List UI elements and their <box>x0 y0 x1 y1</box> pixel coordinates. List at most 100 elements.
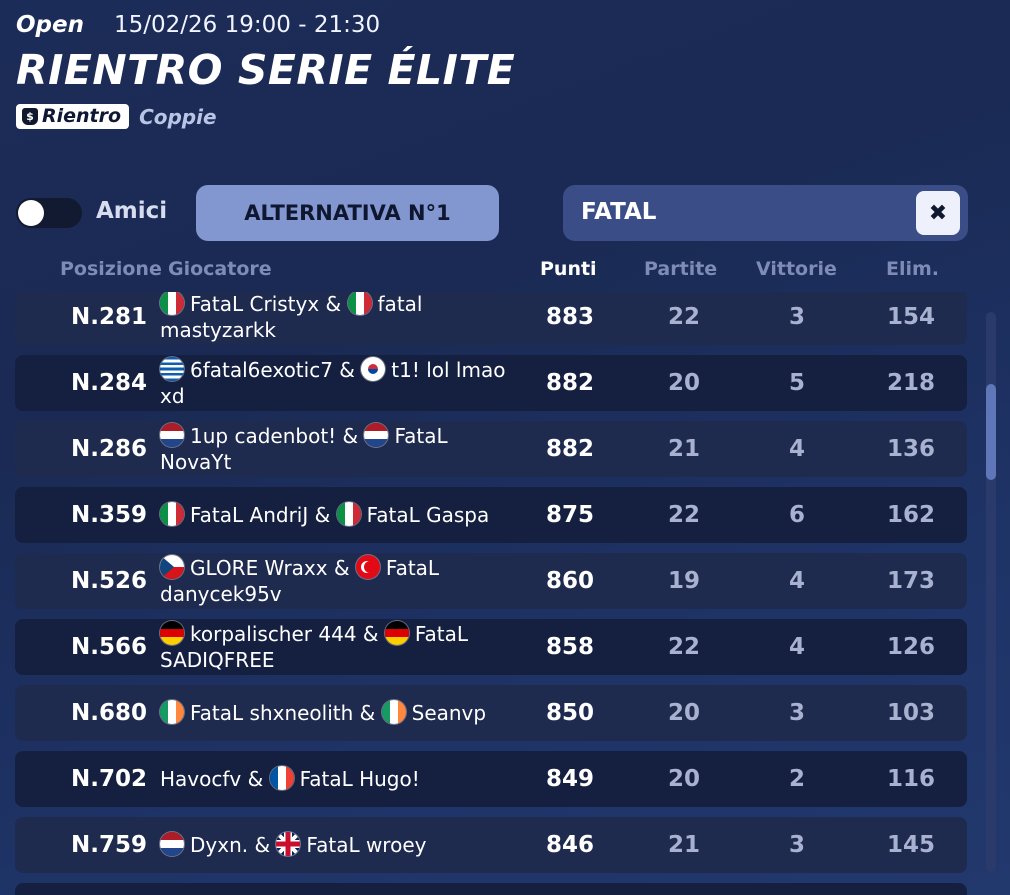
row-matches: 20 <box>667 370 700 396</box>
row-points: 858 <box>545 634 594 660</box>
row-wins: 4 <box>788 634 805 660</box>
row-players: GLORE Wraxx & FataL danycek95v <box>160 553 520 609</box>
player-separator: & <box>327 556 356 580</box>
row-position: N.566 <box>71 634 147 660</box>
row-points: 850 <box>545 700 594 726</box>
row-players: Dyxn. & FataL wroey <box>160 817 520 873</box>
player-names: Havocfv & FataL Hugo! <box>160 766 420 792</box>
column-headers: Posizione Giocatore Punti Partite Vittor… <box>0 258 1010 284</box>
player-1-name: FataL Cristyx <box>190 292 320 316</box>
player-1-name: 6fatal6exotic7 <box>190 358 333 382</box>
table-row[interactable] <box>15 883 967 895</box>
flag-it-icon <box>347 292 372 315</box>
row-elims: 162 <box>886 502 935 528</box>
row-matches: 19 <box>667 568 700 594</box>
flag-ie-icon <box>160 700 184 724</box>
money-bag-icon: $ <box>22 107 38 125</box>
row-matches: 22 <box>667 502 700 528</box>
table-row[interactable]: N.526 GLORE Wraxx & FataL danycek95v 860 19… <box>15 553 967 609</box>
flag-cz-icon <box>160 555 184 579</box>
player-names: GLORE Wraxx & FataL danycek95v <box>160 555 520 607</box>
row-elims: 154 <box>886 304 935 330</box>
clear-search-button[interactable]: ✖ <box>916 191 960 235</box>
rientro-badge-label: Rientro <box>42 105 122 127</box>
row-position: N.526 <box>71 568 147 594</box>
row-elims: 126 <box>886 634 935 660</box>
row-players: FataL Cristyx & fatal mastyzarkk <box>160 292 520 345</box>
header-player: Giocatore <box>168 258 272 280</box>
table-row[interactable]: N.359 FataL AndriJ & FataL Gaspa 875 22 6 162 <box>15 487 967 543</box>
row-matches: 21 <box>667 832 700 858</box>
event-meta: Open 15/02/26 19:00 - 21:30 <box>16 12 515 38</box>
row-position: N.759 <box>71 832 147 858</box>
player-separator: & <box>356 622 385 646</box>
flag-it-icon <box>160 292 184 315</box>
player-names: korpalischer 444 & FataL SADIQFREE <box>160 621 520 673</box>
row-wins: 2 <box>788 766 805 792</box>
player-1-name: FataL shxneolith <box>190 701 354 725</box>
row-points: 875 <box>545 502 594 528</box>
table-row[interactable]: N.566 korpalischer 444 & FataL SADIQFREE 8… <box>15 619 967 675</box>
player-1-name: FataL AndriJ <box>190 503 309 527</box>
row-position: N.284 <box>71 370 147 396</box>
header-points[interactable]: Punti <box>540 258 597 280</box>
flag-kr-icon <box>361 357 386 381</box>
flag-nl-icon <box>160 832 184 856</box>
table-row[interactable]: N.759 Dyxn. & FataL wroey 846 21 3 145 <box>15 817 967 873</box>
row-points: 860 <box>545 568 594 594</box>
scrollbar-thumb[interactable] <box>986 384 996 480</box>
row-elims: 136 <box>886 436 935 462</box>
search-value: FATAL <box>581 199 657 225</box>
friends-toggle[interactable] <box>16 198 82 228</box>
header-elims[interactable]: Elim. <box>886 258 939 280</box>
table-row[interactable]: N.286 1up cadenbot! & FataL NovaYt 882 21 4 1… <box>15 421 967 477</box>
row-wins: 6 <box>788 502 805 528</box>
row-points: 849 <box>545 766 594 792</box>
player-names: Dyxn. & FataL wroey <box>160 832 426 858</box>
row-position: N.281 <box>71 304 147 330</box>
row-position: N.702 <box>71 766 147 792</box>
row-wins: 5 <box>788 370 805 396</box>
toggle-knob <box>18 200 44 226</box>
close-icon: ✖ <box>928 200 948 226</box>
row-wins: 3 <box>788 832 805 858</box>
row-wins: 4 <box>788 436 805 462</box>
flag-gb-icon <box>276 832 301 856</box>
player-separator: & <box>241 767 270 791</box>
player-1-name: Havocfv <box>160 767 242 791</box>
player-names: 6fatal6exotic7 & t1! lol lmao xd <box>160 357 520 409</box>
flag-nl-icon <box>160 423 184 447</box>
row-elims: 116 <box>886 766 935 792</box>
table-row[interactable]: N.281 FataL Cristyx & fatal mastyzarkk 883… <box>15 292 967 345</box>
flag-fr-icon <box>269 766 294 790</box>
flag-ie-icon <box>381 700 406 724</box>
search-input[interactable]: FATAL ✖ <box>563 185 968 241</box>
row-points: 846 <box>545 832 594 858</box>
table-row[interactable]: N.702 Havocfv & FataL Hugo! 849 20 2 116 <box>15 751 967 807</box>
row-points: 882 <box>545 370 594 396</box>
row-elims: 173 <box>886 568 935 594</box>
player-separator: & <box>308 503 337 527</box>
flag-it-icon <box>336 502 361 526</box>
table-row[interactable]: N.284 6fatal6exotic7 & t1! lol lmao xd 882… <box>15 355 967 411</box>
event-tags: $ Rientro Coppie <box>16 104 515 129</box>
row-position: N.286 <box>71 436 147 462</box>
player-names: FataL AndriJ & FataL Gaspa <box>160 502 489 528</box>
row-elims: 218 <box>886 370 935 396</box>
scrollbar[interactable] <box>986 312 996 872</box>
row-players: 6fatal6exotic7 & t1! lol lmao xd <box>160 355 520 411</box>
flag-nl-icon <box>364 423 389 447</box>
player-names: FataL shxneolith & Seanvp <box>160 700 486 726</box>
team-format-label: Coppie <box>139 104 217 129</box>
leaderboard-controls: Amici ALTERNATIVA N°1 FATAL ✖ <box>16 185 968 241</box>
player-separator: & <box>319 292 348 316</box>
header-wins[interactable]: Vittorie <box>756 258 837 280</box>
player-names: FataL Cristyx & fatal mastyzarkk <box>160 292 520 343</box>
player-separator: & <box>336 424 365 448</box>
player-2-name: FataL Gaspa <box>366 503 490 527</box>
header-matches[interactable]: Partite <box>644 258 717 280</box>
alternative-button[interactable]: ALTERNATIVA N°1 <box>196 185 499 241</box>
row-position: N.359 <box>71 502 147 528</box>
table-row[interactable]: N.680 FataL shxneolith & Seanvp 850 20 3 103 <box>15 685 967 741</box>
player-2-name: Seanvp <box>411 701 487 725</box>
